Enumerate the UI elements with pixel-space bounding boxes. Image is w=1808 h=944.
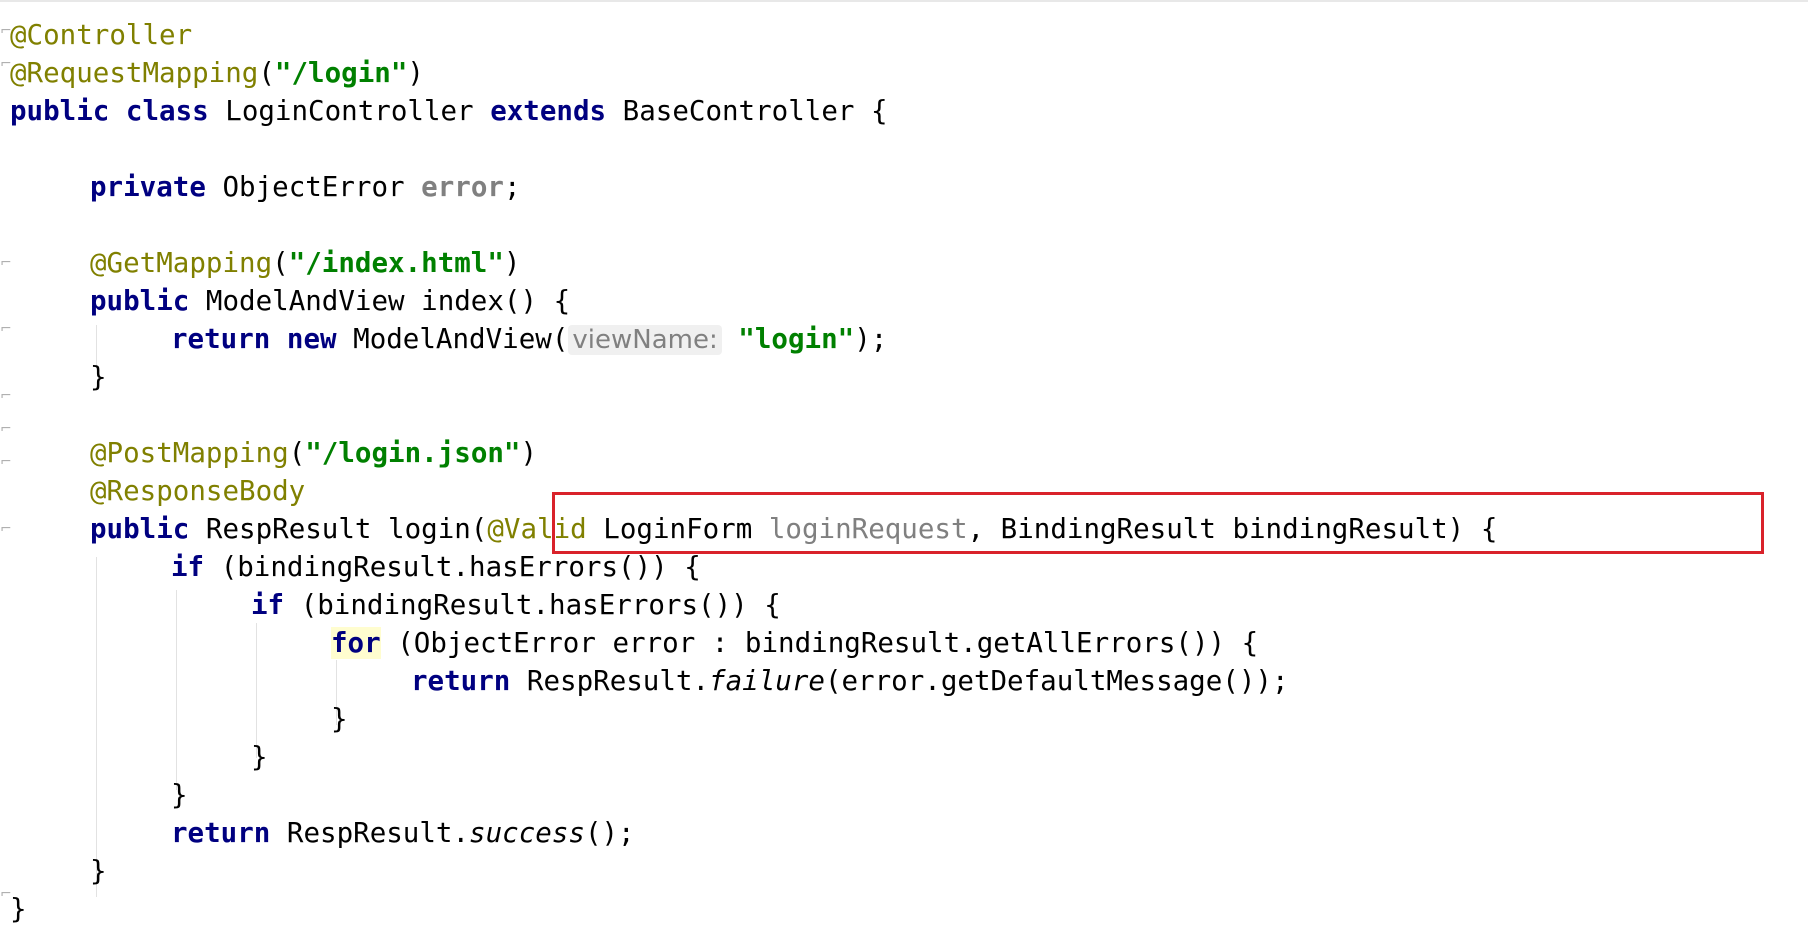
- highlight-box: [552, 492, 1764, 554]
- method-signature-token: ModelAndView index() {: [205, 285, 571, 317]
- editor-top-border: [0, 0, 1808, 2]
- fold-marker-icon[interactable]: ⌐: [0, 310, 12, 348]
- fold-marker-icon[interactable]: ⌐: [0, 443, 12, 481]
- keyword-token: if: [171, 551, 205, 583]
- code-line-1[interactable]: @Controller: [10, 16, 192, 54]
- string-token: "/login.json": [305, 437, 521, 469]
- static-method-token: success: [469, 817, 585, 849]
- parameter-hint: viewName:: [568, 325, 722, 355]
- annotation-token: @PostMapping: [90, 437, 289, 469]
- code-line-17[interactable]: for (ObjectError error : bindingResult.g…: [331, 624, 1258, 662]
- brace-token: }: [331, 703, 348, 735]
- condition-token: (bindingResult.hasErrors()) {: [220, 551, 701, 583]
- keyword-token: public: [90, 513, 190, 545]
- code-line-18[interactable]: return RespResult.failure(error.getDefau…: [411, 662, 1289, 700]
- keyword-token: return: [171, 323, 271, 355]
- paren-token: ): [520, 437, 538, 469]
- code-line-9[interactable]: return new ModelAndView(viewName: "login…: [171, 320, 887, 358]
- brace-token: }: [90, 855, 107, 887]
- code-line-3[interactable]: public class LoginController extends Bas…: [10, 92, 888, 130]
- string-token: "login": [738, 323, 855, 355]
- keyword-token: return: [411, 665, 511, 697]
- call-args-token: (error.getDefaultMessage());: [824, 665, 1289, 697]
- string-token: "/login": [274, 57, 408, 89]
- code-line-5[interactable]: private ObjectError error;: [90, 168, 521, 206]
- code-line-24[interactable]: }: [10, 890, 27, 928]
- brace-token: }: [251, 741, 268, 773]
- paren-token: (: [258, 57, 275, 89]
- annotation-token: @ResponseBody: [90, 475, 306, 507]
- code-line-10[interactable]: }: [90, 358, 107, 396]
- code-line-21[interactable]: }: [171, 776, 188, 814]
- keyword-token: extends: [490, 95, 607, 127]
- keyword-token: if: [251, 589, 285, 621]
- method-signature-token: RespResult login(: [205, 513, 488, 545]
- code-line-13[interactable]: @ResponseBody: [90, 472, 305, 510]
- brace-token: }: [90, 361, 107, 393]
- code-editor[interactable]: ⌐ ⌐ ⌐ ⌐ ⌐ ⌐ ⌐ ⌐ ⌐ @Controller @RequestMa…: [0, 0, 1808, 944]
- keyword-token: public: [10, 95, 110, 127]
- code-line-7[interactable]: @GetMapping("/index.html"): [90, 244, 520, 282]
- type-token: ModelAndView(: [353, 323, 569, 355]
- indent-guide: [96, 557, 97, 897]
- annotation-token: @Controller: [10, 19, 193, 51]
- class-ref-token: RespResult.: [526, 665, 710, 697]
- code-line-12[interactable]: @PostMapping("/login.json"): [90, 434, 537, 472]
- paren-token: ): [407, 57, 424, 89]
- type-token: ObjectError: [222, 171, 405, 203]
- class-name-token: LoginController: [225, 95, 474, 127]
- fold-marker-icon[interactable]: ⌐: [0, 244, 12, 282]
- code-line-16[interactable]: if (bindingResult.hasErrors()) {: [251, 586, 781, 624]
- keyword-token: private: [90, 171, 206, 203]
- class-ref-token: RespResult.: [286, 817, 470, 849]
- paren-token: (: [272, 247, 289, 279]
- keyword-token: return: [171, 817, 271, 849]
- brace-token: }: [171, 779, 188, 811]
- string-token: "/index.html": [288, 247, 504, 279]
- annotation-token: @RequestMapping: [10, 57, 259, 89]
- field-token: error: [421, 171, 504, 203]
- code-line-22[interactable]: return RespResult.success();: [171, 814, 635, 852]
- code-line-20[interactable]: }: [251, 738, 268, 776]
- call-args-token: ();: [584, 817, 635, 849]
- indent-guide: [176, 590, 177, 790]
- code-line-8[interactable]: public ModelAndView index() {: [90, 282, 570, 320]
- paren-token: ): [503, 247, 521, 279]
- code-line-23[interactable]: }: [90, 852, 107, 890]
- fold-marker-icon[interactable]: ⌐: [0, 510, 12, 548]
- condition-token: (bindingResult.hasErrors()) {: [300, 589, 781, 621]
- static-method-token: failure: [709, 665, 825, 697]
- annotation-token: @GetMapping: [90, 247, 273, 279]
- semicolon-token: ;: [503, 171, 521, 203]
- keyword-token: class: [125, 95, 209, 127]
- code-line-2[interactable]: @RequestMapping("/login"): [10, 54, 424, 92]
- paren-token: (: [288, 437, 306, 469]
- base-class-token: BaseController {: [622, 95, 888, 127]
- code-line-19[interactable]: }: [331, 700, 348, 738]
- loop-header-token: (ObjectError error : bindingResult.getAl…: [397, 627, 1259, 659]
- keyword-token: new: [286, 323, 337, 355]
- paren-token: );: [854, 323, 888, 355]
- keyword-token: public: [90, 285, 190, 317]
- brace-token: }: [10, 893, 27, 925]
- keyword-token: for: [331, 627, 381, 659]
